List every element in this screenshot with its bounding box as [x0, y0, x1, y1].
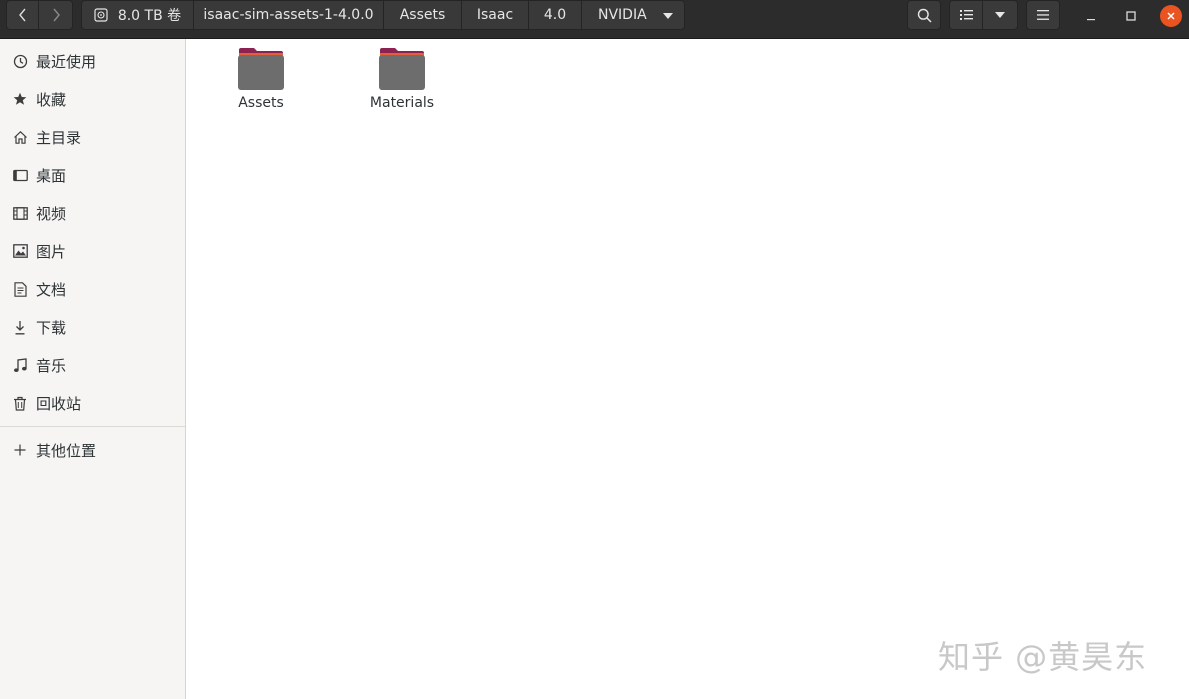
file-view[interactable]: Assets Materials	[187, 39, 1189, 699]
sidebar-separator	[0, 426, 185, 427]
breadcrumb-label: Assets	[399, 7, 446, 23]
folder-icon	[379, 48, 425, 90]
caret-down-icon	[995, 12, 1005, 18]
chevron-left-icon	[18, 8, 26, 22]
document-icon	[12, 281, 28, 297]
sidebar-item-label: 其他位置	[36, 441, 97, 460]
breadcrumb-isaac-sim-assets[interactable]: isaac-sim-assets-1-4.0.0	[194, 0, 384, 30]
sidebar-item-label: 桌面	[36, 166, 67, 185]
sidebar-item-label: 文档	[36, 280, 67, 299]
hamburger-menu-icon	[1037, 10, 1049, 20]
breadcrumb-label: Isaac	[476, 7, 514, 23]
sidebar-item-label: 音乐	[36, 356, 67, 375]
sidebar-item-home[interactable]: 主目录	[0, 118, 185, 156]
view-list-button[interactable]	[949, 0, 983, 30]
chevron-right-icon	[52, 8, 60, 22]
clock-icon	[12, 53, 28, 69]
sidebar-item-desktop[interactable]: 桌面	[0, 156, 185, 194]
home-icon	[12, 129, 28, 145]
folder-icon	[238, 48, 284, 90]
breadcrumb-label: 4.0	[543, 7, 567, 23]
sidebar-item-pictures[interactable]: 图片	[0, 232, 185, 270]
sidebar: 最近使用 收藏 主目录 桌面 视频 图片 文档 下载 音乐 回收站 其他位置	[0, 39, 186, 699]
menu-button[interactable]	[1026, 0, 1060, 30]
back-button[interactable]	[6, 0, 39, 30]
close-icon	[1167, 12, 1175, 20]
sidebar-item-other-locations[interactable]: 其他位置	[0, 431, 185, 469]
folder-name: Assets	[238, 95, 284, 111]
breadcrumb-label: NVIDIA	[598, 7, 647, 23]
search-button[interactable]	[907, 0, 941, 30]
breadcrumb-drive[interactable]: 8.0 TB 卷	[81, 0, 194, 30]
forward-button[interactable]	[39, 0, 73, 30]
sidebar-item-videos[interactable]: 视频	[0, 194, 185, 232]
breadcrumb-label: 8.0 TB 卷	[117, 8, 182, 24]
sidebar-item-trash[interactable]: 回收站	[0, 384, 185, 422]
list-view-icon	[959, 10, 973, 20]
sidebar-item-label: 收藏	[36, 90, 67, 109]
watermark: 知乎 @黄昊东	[938, 638, 1148, 676]
star-icon	[12, 91, 28, 107]
minimize-button[interactable]	[1080, 5, 1102, 27]
drive-icon	[94, 8, 108, 22]
music-icon	[12, 357, 28, 373]
folder-item[interactable]: Assets	[211, 47, 311, 117]
sidebar-item-documents[interactable]: 文档	[0, 270, 185, 308]
video-icon	[12, 205, 28, 221]
breadcrumb-isaac[interactable]: Isaac	[462, 0, 529, 30]
sidebar-item-label: 图片	[36, 242, 67, 261]
maximize-button[interactable]	[1120, 5, 1142, 27]
close-button[interactable]	[1160, 5, 1182, 27]
desktop-icon	[12, 167, 28, 183]
trash-icon	[12, 395, 28, 411]
view-options-button[interactable]	[983, 0, 1018, 30]
sidebar-item-label: 主目录	[36, 128, 82, 147]
sidebar-item-label: 回收站	[36, 394, 82, 413]
sidebar-item-recent[interactable]: 最近使用	[0, 42, 185, 80]
sidebar-item-label: 视频	[36, 204, 67, 223]
plus-icon	[12, 442, 28, 458]
maximize-icon	[1126, 11, 1136, 21]
download-icon	[12, 319, 28, 335]
minimize-icon	[1087, 19, 1095, 21]
search-icon	[917, 8, 932, 23]
folder-item[interactable]: Materials	[352, 47, 452, 117]
folder-name: Materials	[369, 95, 435, 111]
sidebar-item-music[interactable]: 音乐	[0, 346, 185, 384]
breadcrumb-label: isaac-sim-assets-1-4.0.0	[203, 7, 374, 23]
breadcrumb-version[interactable]: 4.0	[529, 0, 582, 30]
breadcrumb-nvidia[interactable]: NVIDIA	[582, 0, 685, 30]
caret-down-icon	[663, 13, 673, 19]
sidebar-item-downloads[interactable]: 下载	[0, 308, 185, 346]
sidebar-item-label: 下载	[36, 318, 67, 337]
sidebar-item-starred[interactable]: 收藏	[0, 80, 185, 118]
header-bar: 8.0 TB 卷 isaac-sim-assets-1-4.0.0 Assets…	[0, 0, 1189, 39]
sidebar-item-label: 最近使用	[36, 52, 97, 71]
breadcrumb-assets[interactable]: Assets	[384, 0, 462, 30]
image-icon	[12, 243, 28, 259]
